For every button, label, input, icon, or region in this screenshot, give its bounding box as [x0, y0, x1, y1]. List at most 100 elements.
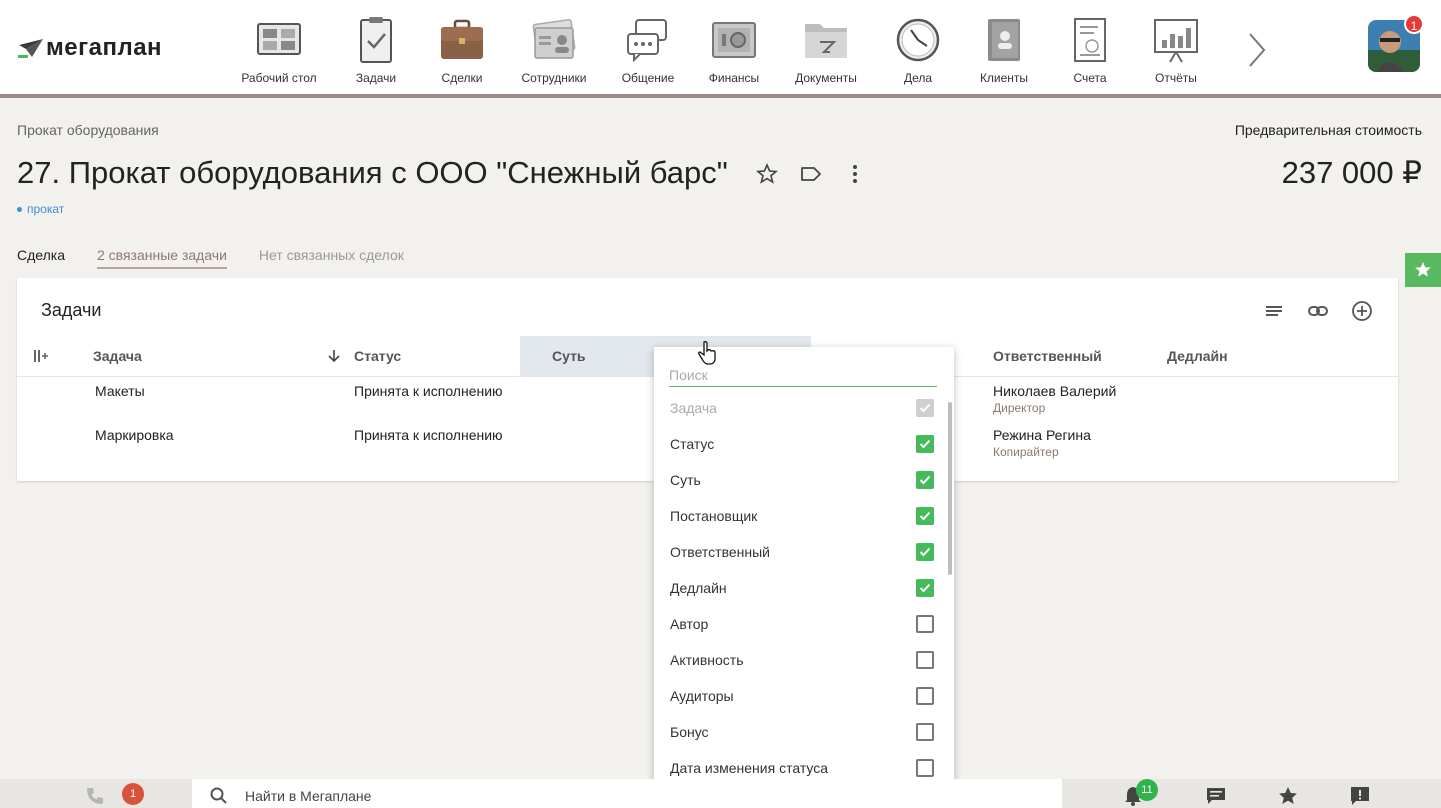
task-name[interactable]: Маркировка — [95, 427, 174, 443]
column-option[interactable]: Суть — [670, 462, 934, 498]
column-settings-icon[interactable] — [33, 348, 49, 364]
sort-arrow-down-icon[interactable] — [326, 348, 342, 364]
nav-invoices[interactable]: Счета — [1045, 12, 1135, 98]
notifications-badge: 11 — [1136, 779, 1158, 801]
responsible-name[interactable]: Николаев Валерий — [993, 383, 1116, 399]
responsible-name[interactable]: Режина Регина — [993, 427, 1091, 443]
desktop-icon — [257, 23, 301, 55]
message-icon[interactable] — [1205, 785, 1227, 807]
column-header-task[interactable]: Задача — [93, 348, 142, 364]
nav-label: Клиенты — [979, 71, 1029, 85]
column-search-input[interactable] — [669, 363, 937, 387]
responsible-role: Копирайтер — [993, 445, 1059, 459]
tag-dot — [17, 206, 22, 212]
column-option-label: Автор — [670, 616, 709, 632]
column-option-label: Статус — [670, 436, 715, 452]
column-header-status[interactable]: Статус — [354, 348, 401, 364]
nav-finance[interactable]: Финансы — [689, 12, 779, 98]
invoice-icon — [1074, 18, 1106, 62]
tag-label: прокат — [27, 202, 65, 216]
chat-icon — [627, 19, 667, 63]
nav-clients[interactable]: Клиенты — [959, 12, 1049, 98]
checkbox[interactable] — [916, 615, 934, 633]
nav-reports[interactable]: Отчёты — [1131, 12, 1221, 98]
global-search-placeholder: Найти в Мегаплане — [245, 788, 372, 804]
global-search[interactable]: Найти в Мегаплане — [192, 779, 1062, 808]
checkbox[interactable] — [916, 651, 934, 669]
checkbox[interactable] — [916, 543, 934, 561]
card-title: Задачи — [41, 300, 102, 320]
column-header-responsible[interactable]: Ответственный — [993, 348, 1102, 364]
checkbox — [916, 399, 934, 417]
column-option-label: Аудиторы — [670, 688, 734, 704]
star-icon — [1415, 262, 1431, 277]
checkbox[interactable] — [916, 687, 934, 705]
column-option[interactable]: Бонус — [670, 714, 934, 750]
user-notification-badge: 1 — [1404, 14, 1424, 34]
check-icon — [919, 439, 931, 449]
nav-documents[interactable]: Документы — [781, 12, 871, 98]
link-icon[interactable] — [1307, 300, 1329, 322]
column-option[interactable]: Постановщик — [670, 498, 934, 534]
logo-text: мегаплан — [46, 34, 163, 61]
tab-related-deals[interactable]: Нет связанных сделок — [259, 247, 404, 269]
responsible-role: Директор — [993, 401, 1046, 415]
dropdown-scrollbar[interactable] — [948, 402, 952, 575]
checkbox[interactable] — [916, 507, 934, 525]
page-title: 27. Прокат оборудования с ООО "Снежный б… — [17, 155, 728, 190]
column-option[interactable]: Статус — [670, 426, 934, 462]
task-name[interactable]: Макеты — [95, 383, 145, 399]
tasks-clipboard-icon — [360, 17, 392, 63]
sort-lines-icon[interactable] — [1263, 300, 1285, 322]
phone-icon[interactable] — [84, 785, 106, 807]
nav-tasks[interactable]: Задачи — [331, 12, 421, 98]
more-vertical-icon[interactable] — [843, 162, 867, 186]
nav-deals[interactable]: Сделки — [417, 12, 507, 98]
nav-label: Финансы — [708, 71, 760, 85]
favorites-side-button[interactable] — [1405, 253, 1441, 287]
tab-deal[interactable]: Сделка — [17, 247, 65, 269]
employee-card-icon — [532, 19, 576, 59]
checkbox[interactable] — [916, 471, 934, 489]
deal-tabs: Сделка 2 связанные задачи Нет связанных … — [17, 247, 436, 269]
favorites-star-icon[interactable] — [1277, 785, 1299, 807]
price-label: Предварительная стоимость — [1234, 122, 1422, 138]
check-icon — [919, 547, 931, 557]
checkbox[interactable] — [916, 759, 934, 777]
feedback-alert-icon[interactable] — [1349, 785, 1371, 807]
nav-desktop[interactable]: Рабочий стол — [234, 12, 324, 98]
column-option[interactable]: Аудиторы — [670, 678, 934, 714]
chevron-right-icon[interactable] — [1240, 30, 1272, 70]
column-header-essence[interactable]: Суть — [552, 348, 586, 364]
column-option[interactable]: Дедлайн — [670, 570, 934, 606]
checkbox[interactable] — [916, 579, 934, 597]
checkbox[interactable] — [916, 435, 934, 453]
column-header-deadline[interactable]: Дедлайн — [1167, 348, 1228, 364]
nav-affairs[interactable]: Дела — [873, 12, 963, 98]
clock-icon — [896, 18, 940, 62]
address-book-icon — [988, 19, 1020, 61]
column-option-label: Ответственный — [670, 544, 770, 560]
deal-tag[interactable]: прокат — [17, 202, 64, 216]
breadcrumb[interactable]: Прокат оборудования — [17, 122, 159, 138]
nav-communication[interactable]: Общение — [603, 12, 693, 98]
nav-label: Документы — [795, 71, 857, 85]
column-option[interactable]: Автор — [670, 606, 934, 642]
megaplan-logo[interactable]: мегаплан — [18, 32, 162, 64]
checkbox[interactable] — [916, 723, 934, 741]
tag-icon[interactable] — [799, 162, 823, 186]
column-option[interactable]: Ответственный — [670, 534, 934, 570]
safe-icon — [712, 22, 756, 58]
deal-price: 237 000 ₽ — [1281, 155, 1422, 190]
column-option[interactable]: Активность — [670, 642, 934, 678]
check-icon — [919, 475, 931, 485]
nav-employees[interactable]: Сотрудники — [509, 12, 599, 98]
nav-label: Сотрудники — [521, 71, 587, 85]
nav-label: Общение — [621, 71, 675, 85]
add-circle-icon[interactable] — [1351, 300, 1373, 322]
star-icon[interactable] — [755, 162, 779, 186]
tab-related-tasks[interactable]: 2 связанные задачи — [97, 247, 227, 269]
folder-icon — [805, 24, 847, 58]
logo-plane-icon — [18, 39, 43, 58]
hand-cursor-icon — [698, 341, 716, 365]
